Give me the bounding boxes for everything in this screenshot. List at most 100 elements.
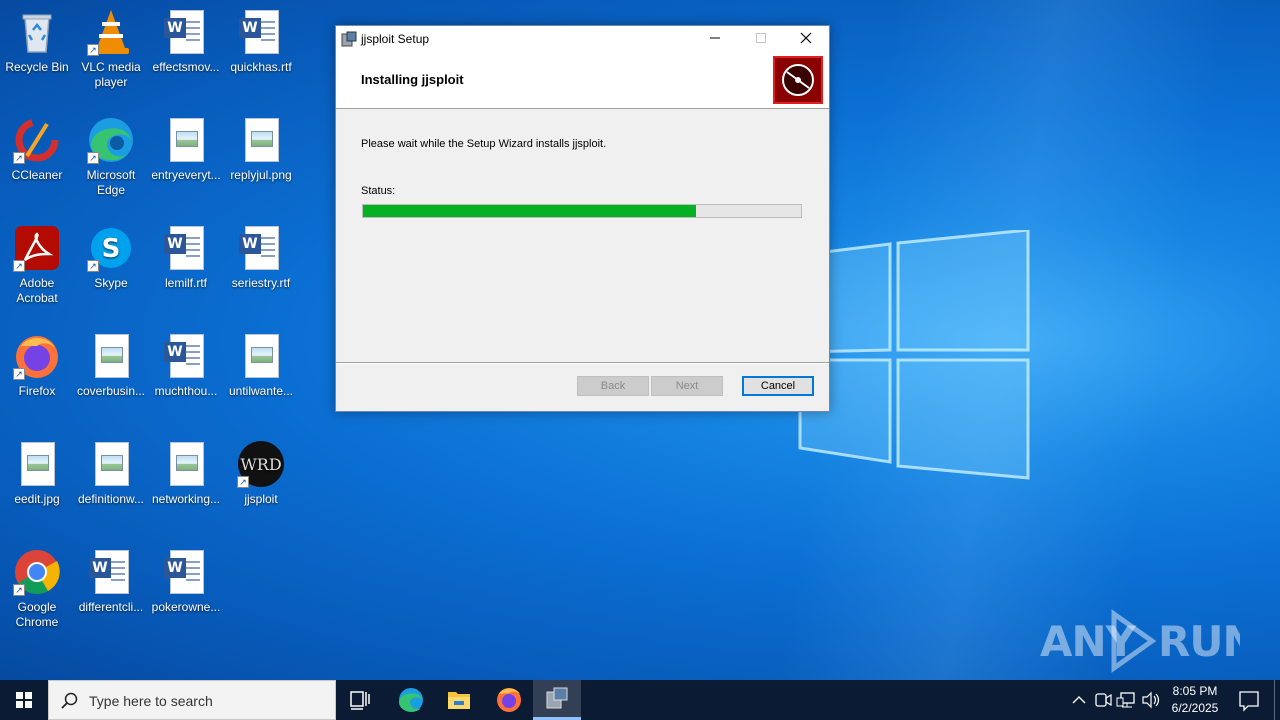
setup-banner-icon bbox=[773, 56, 823, 104]
edge-icon bbox=[399, 688, 423, 712]
desktop-icon-microsoft-edge[interactable]: ↗ Microsoft Edge bbox=[74, 116, 148, 198]
svg-text:WRD: WRD bbox=[240, 455, 281, 474]
icon-label: replyjul.png bbox=[230, 168, 292, 182]
back-button[interactable]: Back bbox=[577, 376, 649, 396]
cancel-button[interactable]: Cancel bbox=[742, 376, 814, 396]
desktop-icon-untilwante[interactable]: untilwante... bbox=[224, 332, 298, 399]
task-view-icon bbox=[350, 691, 370, 710]
word-document-icon: W bbox=[162, 8, 210, 56]
desktop-icon-vlc[interactable]: ↗ VLC media player bbox=[74, 8, 148, 90]
desktop-icon-skype[interactable]: S ↗ Skype bbox=[74, 224, 148, 291]
taskbar-edge[interactable] bbox=[387, 680, 435, 720]
desktop-icon-entryeveryt[interactable]: entryeveryt... bbox=[149, 116, 223, 183]
shortcut-arrow-icon: ↗ bbox=[13, 260, 25, 272]
icon-label: Adobe Acrobat bbox=[16, 276, 58, 305]
word-document-icon: W bbox=[162, 548, 210, 596]
desktop-icon-jjsploit[interactable]: WRD ↗ jjsploit bbox=[224, 440, 298, 507]
word-document-icon: W bbox=[162, 224, 210, 272]
icon-label: coverbusin... bbox=[76, 384, 146, 398]
chevron-up-icon bbox=[1072, 696, 1086, 704]
taskbar-firefox[interactable] bbox=[485, 680, 533, 720]
icon-label: Skype bbox=[94, 276, 128, 290]
acrobat-icon: ↗ bbox=[13, 224, 61, 272]
shortcut-arrow-icon: ↗ bbox=[87, 44, 99, 56]
icon-label: untilwante... bbox=[228, 384, 294, 398]
dialog-title: jjsploit Setup bbox=[361, 32, 430, 46]
desktop-icon-ccleaner[interactable]: ↗ CCleaner bbox=[0, 116, 74, 183]
minimize-icon bbox=[710, 37, 720, 39]
camera-icon bbox=[1095, 693, 1112, 707]
search-placeholder: Type here to search bbox=[89, 693, 213, 709]
desktop-icon-replyjul-png[interactable]: replyjul.png bbox=[224, 116, 298, 183]
install-message: Please wait while the Setup Wizard insta… bbox=[361, 138, 607, 150]
icon-label: Microsoft Edge bbox=[86, 168, 136, 197]
header-title: Installing jjsploit bbox=[361, 72, 464, 87]
desktop-icon-seriestry-rtf[interactable]: W seriestry.rtf bbox=[224, 224, 298, 291]
icon-label: seriestry.rtf bbox=[231, 276, 291, 290]
close-button[interactable] bbox=[783, 26, 829, 52]
tray-volume[interactable] bbox=[1140, 680, 1162, 720]
install-progress-bar bbox=[362, 204, 802, 218]
icon-label: definitionw... bbox=[77, 492, 145, 506]
desktop-icon-effectsmov[interactable]: W effectsmov... bbox=[149, 8, 223, 75]
desktop-icon-eedit-jpg[interactable]: eedit.jpg bbox=[0, 440, 74, 507]
desktop-icon-recycle-bin[interactable]: Recycle Bin bbox=[0, 8, 74, 75]
desktop-icon-coverbusin[interactable]: coverbusin... bbox=[74, 332, 148, 399]
desktop-icon-quickhas-rtf[interactable]: W quickhas.rtf bbox=[224, 8, 298, 75]
footer-divider-highlight bbox=[336, 363, 829, 364]
search-icon bbox=[61, 692, 78, 709]
vlc-icon: ↗ bbox=[87, 8, 135, 56]
word-document-icon: W bbox=[237, 8, 285, 56]
icon-label: quickhas.rtf bbox=[230, 60, 292, 74]
show-desktop-button[interactable] bbox=[1274, 680, 1275, 720]
desktop-icon-google-chrome[interactable]: ↗ Google Chrome bbox=[0, 548, 74, 630]
watermark-text-left: ANY bbox=[1040, 617, 1137, 666]
taskbar-clock[interactable]: 8:05 PM 6/2/2025 bbox=[1160, 683, 1230, 717]
desktop-icon-adobe-acrobat[interactable]: ↗ Adobe Acrobat bbox=[0, 224, 74, 306]
tray-meet-now[interactable] bbox=[1092, 680, 1114, 720]
installer-icon bbox=[341, 31, 357, 47]
maximize-icon bbox=[756, 33, 766, 43]
next-button[interactable]: Next bbox=[651, 376, 723, 396]
icon-label: Firefox bbox=[18, 384, 56, 398]
desktop-icon-pokerowne[interactable]: W pokerowne... bbox=[149, 548, 223, 615]
taskbar: Type here to search 8:05 PM 6/2/2025 bbox=[0, 680, 1280, 720]
image-file-icon bbox=[87, 440, 135, 488]
icon-label: networking... bbox=[151, 492, 221, 506]
word-document-icon: W bbox=[162, 332, 210, 380]
start-button[interactable] bbox=[0, 680, 48, 720]
windows-start-icon bbox=[16, 692, 32, 708]
tray-network[interactable] bbox=[1115, 680, 1139, 720]
desktop-icon-networking[interactable]: networking... bbox=[149, 440, 223, 507]
desktop-icon-lemilf-rtf[interactable]: W lemilf.rtf bbox=[149, 224, 223, 291]
notification-center-button[interactable] bbox=[1234, 680, 1264, 720]
ccleaner-icon: ↗ bbox=[13, 116, 61, 164]
desktop-icon-definitionw[interactable]: definitionw... bbox=[74, 440, 148, 507]
minimize-button[interactable] bbox=[692, 26, 738, 52]
icon-label: VLC media player bbox=[81, 60, 141, 89]
taskbar-search-box[interactable]: Type here to search bbox=[48, 680, 336, 720]
image-file-icon bbox=[162, 440, 210, 488]
maximize-button bbox=[738, 26, 784, 52]
taskbar-jjsploit-setup[interactable] bbox=[533, 680, 581, 720]
image-file-icon bbox=[13, 440, 61, 488]
close-icon bbox=[800, 32, 812, 44]
svg-text:S: S bbox=[102, 234, 121, 264]
icon-label: lemilf.rtf bbox=[165, 276, 207, 290]
dialog-header: Installing jjsploit bbox=[336, 52, 829, 109]
shortcut-arrow-icon: ↗ bbox=[237, 476, 249, 488]
desktop-icon-muchthou[interactable]: W muchthou... bbox=[149, 332, 223, 399]
skype-icon: S ↗ bbox=[87, 224, 135, 272]
setup-dialog: jjsploit Setup Installing jjsploit Pleas… bbox=[335, 25, 830, 412]
icon-label: muchthou... bbox=[154, 384, 218, 398]
image-file-icon bbox=[162, 116, 210, 164]
task-view-button[interactable] bbox=[336, 680, 384, 720]
desktop-icon-firefox[interactable]: ↗ Firefox bbox=[0, 332, 74, 399]
desktop-icon-differentcli[interactable]: W differentcli... bbox=[74, 548, 148, 615]
taskbar-file-explorer[interactable] bbox=[435, 680, 483, 720]
dialog-titlebar[interactable]: jjsploit Setup bbox=[336, 26, 829, 52]
image-file-icon bbox=[87, 332, 135, 380]
show-hidden-icons-button[interactable] bbox=[1068, 680, 1090, 720]
shortcut-arrow-icon: ↗ bbox=[87, 152, 99, 164]
notification-icon bbox=[1239, 691, 1259, 712]
